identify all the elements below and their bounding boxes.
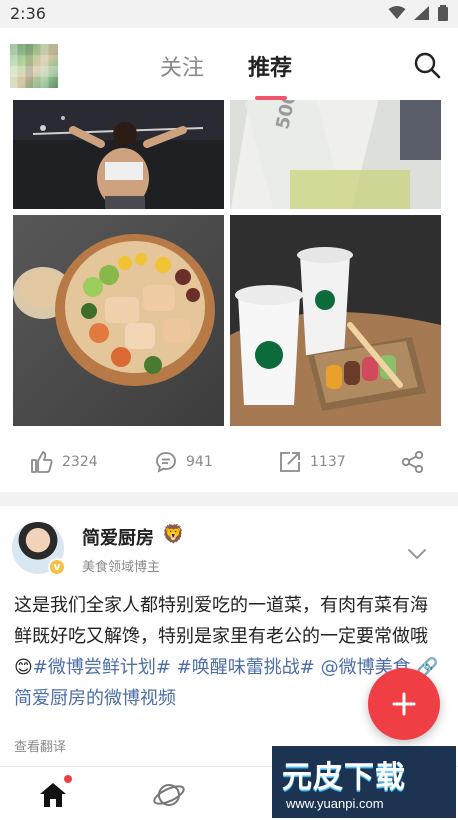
plus-icon bbox=[392, 692, 416, 716]
repost-button[interactable]: 1137 bbox=[278, 450, 346, 474]
thumbs-up-icon bbox=[31, 451, 53, 473]
chevron-down-icon[interactable] bbox=[408, 548, 426, 560]
search-icon[interactable] bbox=[412, 50, 442, 80]
watermark-url: www.yuanpi.com bbox=[286, 796, 384, 811]
post-body-text: 这是我们全家人都特别爱吃的一道菜，有肉有菜有海鲜既好吃又解馋，特别是家里有老公的… bbox=[14, 595, 428, 647]
compose-button[interactable] bbox=[368, 668, 440, 740]
notification-dot bbox=[64, 775, 72, 783]
previous-post-actions: 2324 941 1137 bbox=[0, 440, 458, 484]
status-bar: 2:36 bbox=[0, 0, 458, 28]
like-count: 2324 bbox=[62, 454, 98, 470]
photo-salad-bowl[interactable] bbox=[13, 215, 224, 426]
my-avatar[interactable] bbox=[10, 44, 58, 88]
hashtag-link-2[interactable]: #唤醒味蕾挑战# bbox=[177, 657, 315, 678]
top-header: 关注 推荐 bbox=[0, 28, 458, 100]
watermark: 元皮下载 www.yuanpi.com bbox=[272, 746, 456, 818]
photo-grid: 500 bbox=[0, 100, 458, 430]
like-button[interactable]: 2324 bbox=[30, 450, 98, 474]
smile-emoji: 😊 bbox=[14, 657, 33, 678]
feed-divider bbox=[0, 492, 458, 506]
planet-icon[interactable] bbox=[152, 779, 186, 811]
tab-follow[interactable]: 关注 bbox=[160, 50, 204, 82]
comment-count: 941 bbox=[186, 454, 213, 470]
signal-icon bbox=[414, 6, 429, 20]
author-badge-icon: 🦁 bbox=[162, 524, 185, 545]
wifi-icon bbox=[388, 6, 406, 19]
translate-link[interactable]: 查看翻译 bbox=[14, 736, 66, 755]
author-name[interactable]: 简爱厨房 bbox=[82, 524, 154, 550]
photo-gym[interactable] bbox=[13, 100, 224, 209]
watermark-title: 元皮下载 bbox=[282, 760, 406, 795]
share-button[interactable] bbox=[400, 450, 426, 474]
comment-icon bbox=[156, 452, 176, 473]
status-time: 2:36 bbox=[10, 4, 46, 23]
v-badge-icon: v bbox=[48, 558, 66, 576]
home-icon[interactable] bbox=[38, 781, 68, 809]
repost-count: 1137 bbox=[310, 454, 346, 470]
hashtag-link-1[interactable]: #微博尝鲜计划# bbox=[33, 657, 171, 678]
photo-bottle[interactable]: 500 bbox=[230, 100, 441, 209]
tab-recommend[interactable]: 推荐 bbox=[248, 50, 292, 82]
video-link-text: 简爱厨房的微博视频 bbox=[14, 688, 176, 709]
author-subtitle: 美食领域博主 bbox=[82, 560, 161, 575]
system-icons bbox=[388, 5, 448, 21]
share-icon bbox=[401, 450, 424, 474]
photo-coffee[interactable] bbox=[230, 215, 441, 426]
repost-icon bbox=[280, 452, 300, 472]
battery-icon bbox=[438, 5, 448, 21]
comment-button[interactable]: 941 bbox=[154, 450, 213, 474]
